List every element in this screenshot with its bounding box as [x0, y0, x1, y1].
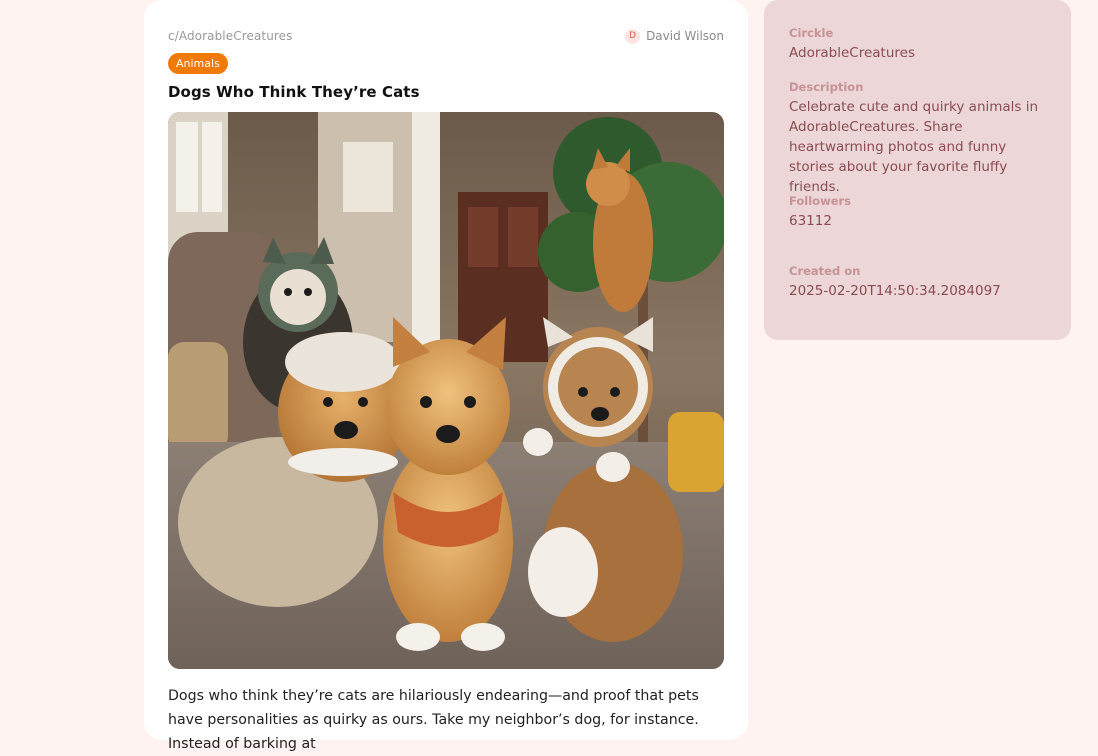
community-info-panel: Circkle AdorableCreatures Description Ce…	[764, 0, 1071, 340]
post-image[interactable]	[168, 112, 724, 669]
description-text: Celebrate cute and quirky animals in Ado…	[789, 99, 1039, 195]
post-title: Dogs Who Think They’re Cats	[168, 83, 420, 101]
post-meta: c/AdorableCreatures D David Wilson	[168, 27, 724, 45]
circkle-label: Circkle	[789, 26, 834, 40]
author-link[interactable]: D David Wilson	[625, 28, 724, 44]
followers-count: 63112	[789, 213, 832, 229]
post-body: Dogs who think they’re cats are hilariou…	[168, 688, 699, 752]
author-name: David Wilson	[646, 29, 724, 43]
created-date: 2025-02-20T14:50:34.2084097	[789, 283, 1001, 299]
circkle-name: AdorableCreatures	[789, 45, 915, 61]
followers-label: Followers	[789, 194, 852, 208]
author-avatar: D	[625, 28, 641, 44]
photo-dogs-in-cat-costumes-icon	[168, 112, 724, 669]
created-label: Created on	[789, 264, 861, 278]
category-tag[interactable]: Animals	[168, 53, 228, 74]
description-label: Description	[789, 80, 864, 94]
community-link[interactable]: c/AdorableCreatures	[168, 29, 293, 43]
post-card: c/AdorableCreatures D David Wilson Anima…	[144, 0, 748, 752]
